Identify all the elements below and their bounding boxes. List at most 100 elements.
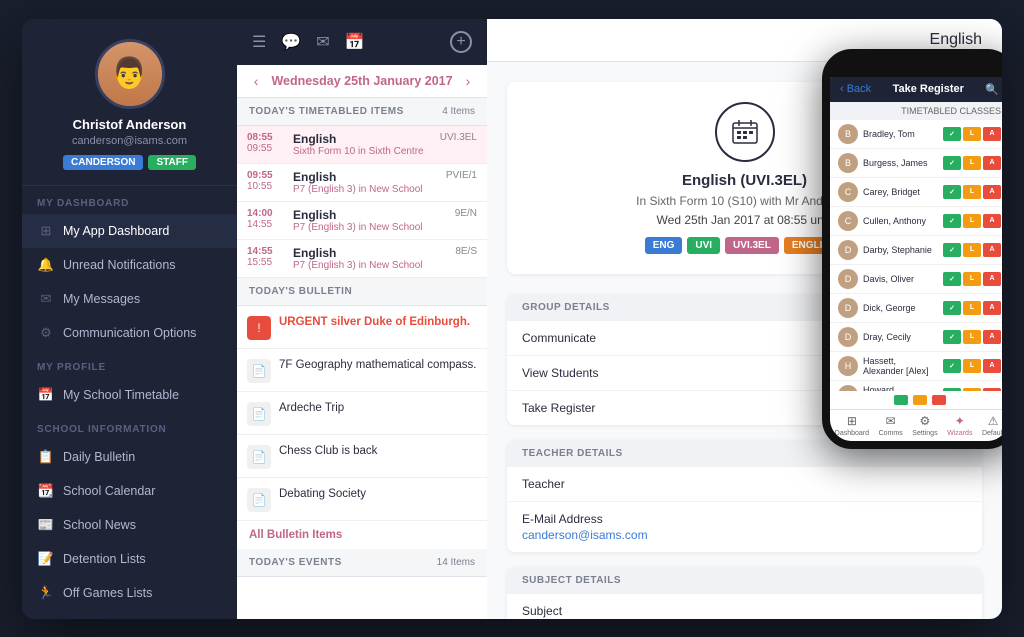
timetable-list: 08:55 09:55 English Sixth Form 10 in Six… xyxy=(237,126,487,278)
timetable-subject: English xyxy=(293,246,447,260)
timetable-detail: P7 (English 3) in New School xyxy=(293,184,438,195)
timetable-row[interactable]: 14:00 14:55 English P7 (English 3) in Ne… xyxy=(237,202,487,240)
doc-icon: 📄 xyxy=(247,445,271,469)
subject-details-section: SUBJECT DETAILS Subject Year Set/Form Na… xyxy=(507,567,982,619)
student-avatar: D xyxy=(838,269,858,289)
student-name: Dick, George xyxy=(863,303,938,313)
absent-btn[interactable]: A xyxy=(983,185,1001,199)
phone-nav-default[interactable]: ⚠ Default xyxy=(982,414,1002,437)
phone-back-button[interactable]: ‹ Back xyxy=(840,83,871,95)
chat-icon[interactable]: 💬 xyxy=(281,32,301,52)
late-btn[interactable]: L xyxy=(963,301,981,315)
late-btn[interactable]: L xyxy=(963,214,981,228)
time-start: 14:55 xyxy=(247,246,285,257)
bulletin-row-urgent[interactable]: ! URGENT silver Duke of Edinburgh. xyxy=(237,306,487,349)
hamburger-icon[interactable]: ☰ xyxy=(252,32,266,52)
sidebar-item-bulletin[interactable]: 📋 Daily Bulletin xyxy=(22,440,237,474)
sidebar-item-calendar[interactable]: 📆 School Calendar xyxy=(22,474,237,508)
late-btn[interactable]: L xyxy=(963,330,981,344)
timetable-row[interactable]: 09:55 10:55 English P7 (English 3) in Ne… xyxy=(237,164,487,202)
timetable-detail: Sixth Form 10 in Sixth Centre xyxy=(293,146,432,157)
present-btn[interactable]: ✓ xyxy=(943,185,961,199)
late-btn[interactable]: L xyxy=(963,156,981,170)
present-btn[interactable]: ✓ xyxy=(943,243,961,257)
sidebar-item-messages[interactable]: ✉ My Messages xyxy=(22,282,237,316)
inbox-icon[interactable]: ✉ xyxy=(316,32,329,52)
phone-nav-wizards[interactable]: ✦ Wizards xyxy=(947,414,972,437)
present-btn[interactable]: ✓ xyxy=(943,156,961,170)
sidebar-item-notifications[interactable]: 🔔 Unread Notifications xyxy=(22,248,237,282)
phone-student-row[interactable]: D Dray, Cecily ✓ L A xyxy=(830,323,1002,352)
phone-student-row[interactable]: C Carey, Bridget ✓ L A xyxy=(830,178,1002,207)
late-btn[interactable]: L xyxy=(963,127,981,141)
absent-btn[interactable]: A xyxy=(983,301,1001,315)
absent-btn[interactable]: A xyxy=(983,243,1001,257)
tag-eng: ENG xyxy=(645,237,683,254)
timetable-row[interactable]: 14:55 15:55 English P7 (English 3) in Ne… xyxy=(237,240,487,278)
sidebar-item-communication[interactable]: ⚙ Communication Options xyxy=(22,316,237,350)
status-buttons: ✓ L A xyxy=(943,214,1001,228)
phone-student-row[interactable]: H Hassett, Alexander [Alex] ✓ L A xyxy=(830,352,1002,381)
absent-btn[interactable]: A xyxy=(983,359,1001,373)
bulletin-row[interactable]: 📄 Ardeche Trip xyxy=(237,392,487,435)
badge-canderson: CANDERSON xyxy=(63,155,143,170)
sidebar-item-label: My Messages xyxy=(63,292,140,306)
sidebar-item-label: Unread Notifications xyxy=(63,258,176,272)
sidebar-item-timetable[interactable]: 📅 My School Timetable xyxy=(22,378,237,412)
timetable-subject: English xyxy=(293,132,432,146)
phone-nav-settings[interactable]: ⚙ Settings xyxy=(912,414,937,437)
bulletin-row[interactable]: 📄 Chess Club is back xyxy=(237,435,487,478)
present-btn[interactable]: ✓ xyxy=(943,359,961,373)
timetable-subject: English xyxy=(293,208,447,222)
sidebar-item-app-dashboard[interactable]: ⊞ My App Dashboard xyxy=(22,214,237,248)
timetable-subject: English xyxy=(293,170,438,184)
late-btn[interactable]: L xyxy=(963,185,981,199)
sidebar-item-news[interactable]: 📰 School News xyxy=(22,508,237,542)
late-btn[interactable]: L xyxy=(963,359,981,373)
time-start: 09:55 xyxy=(247,170,285,181)
prev-date-arrow[interactable]: ‹ xyxy=(249,73,264,89)
phone-search-icon[interactable]: 🔍 xyxy=(985,83,999,96)
user-badges: CANDERSON STAFF xyxy=(63,155,196,170)
sidebar-item-offgames[interactable]: 🏃 Off Games Lists xyxy=(22,576,237,610)
timetable-section-header: TODAY'S TIMETABLED ITEMS 4 Items xyxy=(237,98,487,126)
absent-btn[interactable]: A xyxy=(983,330,1001,344)
student-name: Burgess, James xyxy=(863,158,938,168)
absent-btn[interactable]: A xyxy=(983,127,1001,141)
sidebar-item-absent[interactable]: ✓ Absent Registers xyxy=(22,610,237,619)
calendar-toolbar-icon[interactable]: 📅 xyxy=(345,32,365,52)
absent-btn[interactable]: A xyxy=(983,156,1001,170)
next-date-arrow[interactable]: › xyxy=(461,73,476,89)
absent-btn[interactable]: A xyxy=(983,214,1001,228)
present-btn[interactable]: ✓ xyxy=(943,301,961,315)
communicate-label: Communicate xyxy=(522,331,596,345)
email-value[interactable]: canderson@isams.com xyxy=(522,528,648,542)
phone-nav-dashboard[interactable]: ⊞ Dashboard xyxy=(835,414,869,437)
section-title-dashboard: MY DASHBOARD xyxy=(22,186,237,214)
bulletin-row[interactable]: 📄 Debating Society xyxy=(237,478,487,521)
phone-student-row[interactable]: B Bradley, Tom ✓ L A xyxy=(830,120,1002,149)
present-btn[interactable]: ✓ xyxy=(943,214,961,228)
present-btn[interactable]: ✓ xyxy=(943,127,961,141)
absent-btn[interactable]: A xyxy=(983,272,1001,286)
current-date[interactable]: Wednesday 25th January 2017 xyxy=(271,74,452,88)
bulletin-row[interactable]: 📄 7F Geography mathematical compass. xyxy=(237,349,487,392)
tag-uvi: UVI xyxy=(687,237,720,254)
phone-student-row[interactable]: D Davis, Oliver ✓ L A xyxy=(830,265,1002,294)
phone-student-row[interactable]: H Howard, Alexander ✓ L A xyxy=(830,381,1002,391)
timetable-times: 09:55 10:55 xyxy=(247,170,285,195)
phone-nav-comms[interactable]: ✉ Comms xyxy=(879,414,903,437)
add-button[interactable]: + xyxy=(450,31,472,53)
sidebar-item-detention[interactable]: 📝 Detention Lists xyxy=(22,542,237,576)
phone-student-row[interactable]: D Dick, George ✓ L A xyxy=(830,294,1002,323)
present-btn[interactable]: ✓ xyxy=(943,330,961,344)
late-btn[interactable]: L xyxy=(963,243,981,257)
late-btn[interactable]: L xyxy=(963,272,981,286)
timetable-row[interactable]: 08:55 09:55 English Sixth Form 10 in Six… xyxy=(237,126,487,164)
phone-student-row[interactable]: C Cullen, Anthony ✓ L A xyxy=(830,207,1002,236)
all-bulletin-link[interactable]: All Bulletin Items xyxy=(237,521,487,549)
present-btn[interactable]: ✓ xyxy=(943,272,961,286)
phone-nav-settings-icon: ⚙ xyxy=(920,414,931,428)
phone-student-row[interactable]: B Burgess, James ✓ L A xyxy=(830,149,1002,178)
phone-student-row[interactable]: D Darby, Stephanie ✓ L A xyxy=(830,236,1002,265)
